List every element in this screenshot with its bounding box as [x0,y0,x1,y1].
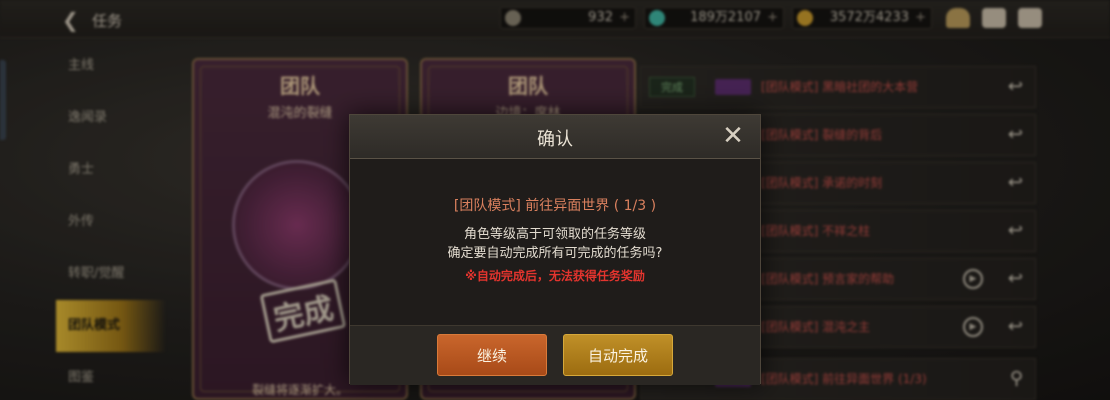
quest-name: [团队模式] 前往异面世界 ( 1/3 ) [453,198,657,214]
message-line: 确定要自动完成所有可完成的任务吗? [447,246,663,261]
dialog-header: 确认 ✕ [350,115,760,159]
auto-complete-button[interactable]: 自动完成 [563,334,673,376]
continue-button[interactable]: 继续 [437,334,547,376]
dialog-body: [团队模式] 前往异面世界 ( 1/3 ) 角色等级高于可领取的任务等级 确定要… [350,159,760,325]
message-line: 角色等级高于可领取的任务等级 [463,227,646,242]
dialog-footer: 继续 自动完成 [350,325,760,385]
warning-text: ※自动完成后，无法获得任务奖励 [465,269,645,283]
dialog-title: 确认 [537,129,573,150]
close-icon[interactable]: ✕ [718,121,748,151]
confirm-dialog: 确认 ✕ [团队模式] 前往异面世界 ( 1/3 ) 角色等级高于可领取的任务等… [349,114,761,385]
